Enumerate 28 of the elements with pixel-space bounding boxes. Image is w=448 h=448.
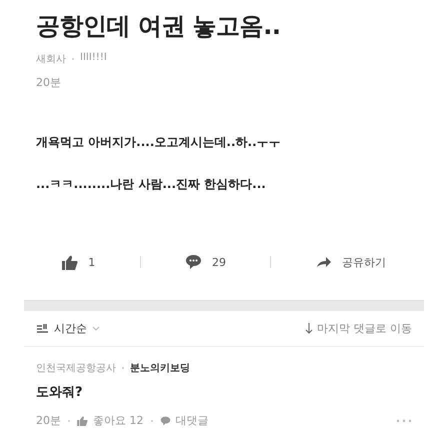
thumbs-up-icon — [62, 254, 78, 270]
post-text: 개욕먹고 아버지가....오고계시는데..하..ㅜㅜ — [36, 134, 282, 150]
separator-dot — [68, 420, 70, 422]
company-name: 새회사 — [36, 53, 66, 66]
more-icon[interactable] — [396, 418, 412, 422]
speech-bubble-icon — [160, 416, 170, 426]
sort-icon — [36, 323, 49, 334]
author-name: IIII!!!I — [80, 52, 107, 65]
post-time: 20분 — [36, 75, 62, 90]
sort-dropdown[interactable]: 시간순 — [36, 321, 100, 336]
comment-button[interactable]: 29 — [184, 254, 226, 270]
speech-bubble-icon — [184, 254, 202, 270]
share-button[interactable]: 공유하기 — [316, 254, 386, 270]
jump-link[interactable]: 마지막 댓글로 이동 — [305, 321, 412, 336]
comment-author: 분노의키보딩 — [130, 362, 190, 375]
separator-dot — [72, 58, 74, 60]
thumbs-up-icon — [77, 416, 88, 426]
like-button[interactable]: 1 — [62, 254, 96, 270]
caret-icon — [92, 326, 100, 331]
down-arrow-icon — [305, 323, 313, 334]
post-title: 공항인데 여권 놓고옴.. — [36, 11, 282, 42]
post-text: ...ㅋㅋ........나란 사람...진짜 한심하다... — [36, 176, 267, 192]
arrow-icon — [316, 256, 332, 268]
separator-dot — [150, 420, 152, 422]
comment-time: 20분 — [36, 413, 61, 428]
comment-company: 인천국제공항공사 — [36, 362, 116, 375]
separator-dot — [122, 367, 124, 369]
comment-text: 도와줘? — [36, 384, 84, 401]
